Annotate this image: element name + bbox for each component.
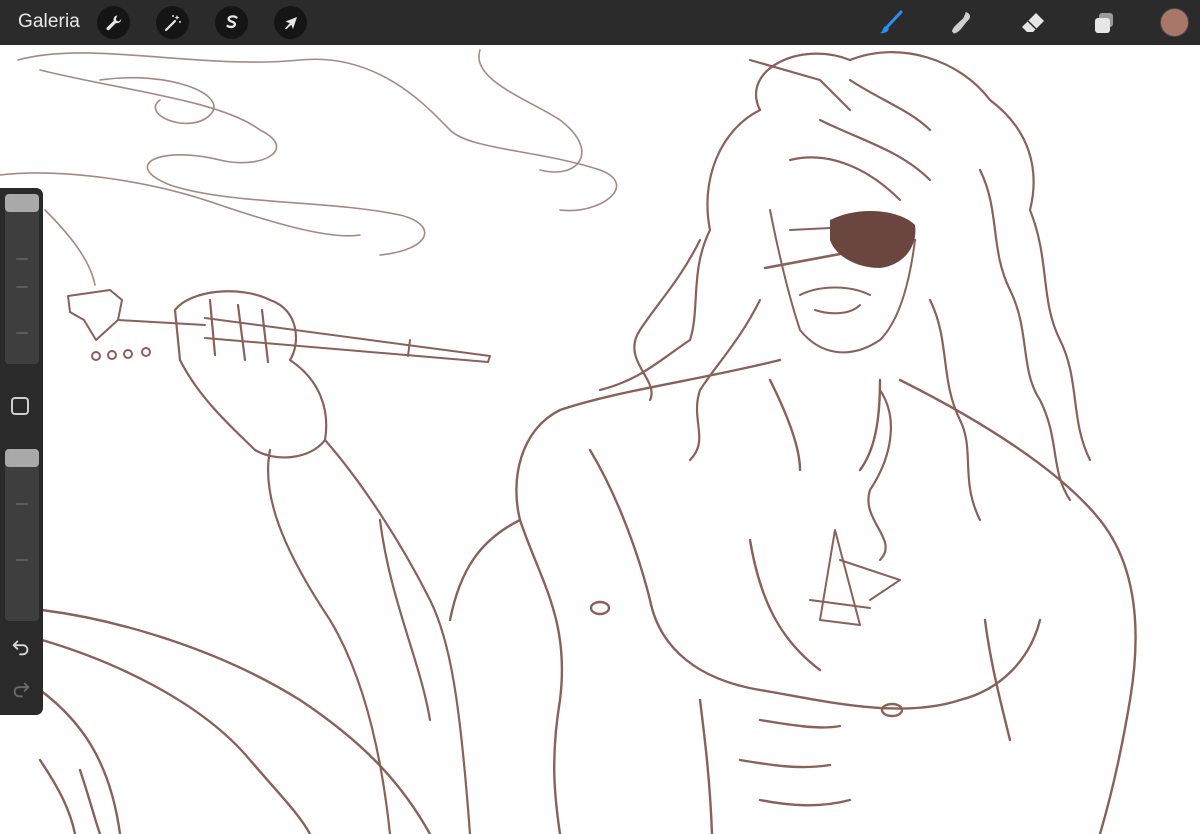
arrow-cursor-icon (284, 16, 297, 29)
modifier-square-button[interactable] (11, 397, 29, 415)
drawing-canvas[interactable] (0, 45, 1200, 834)
sketch-artwork (0, 49, 1137, 834)
selection-s-icon (225, 14, 238, 28)
hand-arm (173, 290, 472, 834)
slider-tick (16, 503, 28, 505)
brush-icon (880, 10, 903, 34)
actions-button[interactable] (97, 6, 130, 39)
selection-button[interactable] (215, 6, 248, 39)
pendant (809, 529, 901, 626)
top-toolbar: Galeria (0, 0, 1200, 45)
undo-arrow-icon (12, 640, 29, 656)
gallery-button[interactable]: Galeria (18, 11, 80, 33)
magic-wand-icon (164, 14, 181, 31)
layers-tool-button[interactable] (1087, 6, 1121, 40)
pipe (67, 289, 491, 363)
slider-tick (16, 559, 28, 561)
eraser-tool-button[interactable] (1016, 6, 1050, 40)
brush-size-slider[interactable] (5, 194, 39, 364)
brush-size-slider-thumb[interactable] (5, 194, 39, 212)
brush-tool-button[interactable] (874, 6, 908, 40)
color-picker-swatch[interactable] (1160, 8, 1189, 37)
wrench-icon (106, 15, 121, 30)
pipe-smoke (0, 49, 618, 286)
torso (448, 358, 1137, 834)
side-toolbar (0, 188, 43, 715)
eraser-icon (1022, 13, 1044, 32)
smudge-finger-icon (952, 12, 970, 34)
smudge-tool-button[interactable] (945, 6, 979, 40)
opacity-slider-thumb[interactable] (5, 449, 39, 467)
eyepatch-shape (830, 210, 916, 268)
opacity-slider[interactable] (5, 449, 39, 621)
slider-tick (16, 332, 28, 334)
adjustments-button[interactable] (156, 6, 189, 39)
hair (598, 51, 1092, 562)
transform-button[interactable] (274, 6, 307, 39)
slider-tick (16, 258, 28, 260)
undo-button[interactable] (9, 635, 33, 659)
slider-tick (16, 286, 28, 288)
redo-button[interactable] (9, 677, 33, 701)
layers-icon (1095, 13, 1113, 33)
redo-arrow-icon (13, 682, 30, 698)
